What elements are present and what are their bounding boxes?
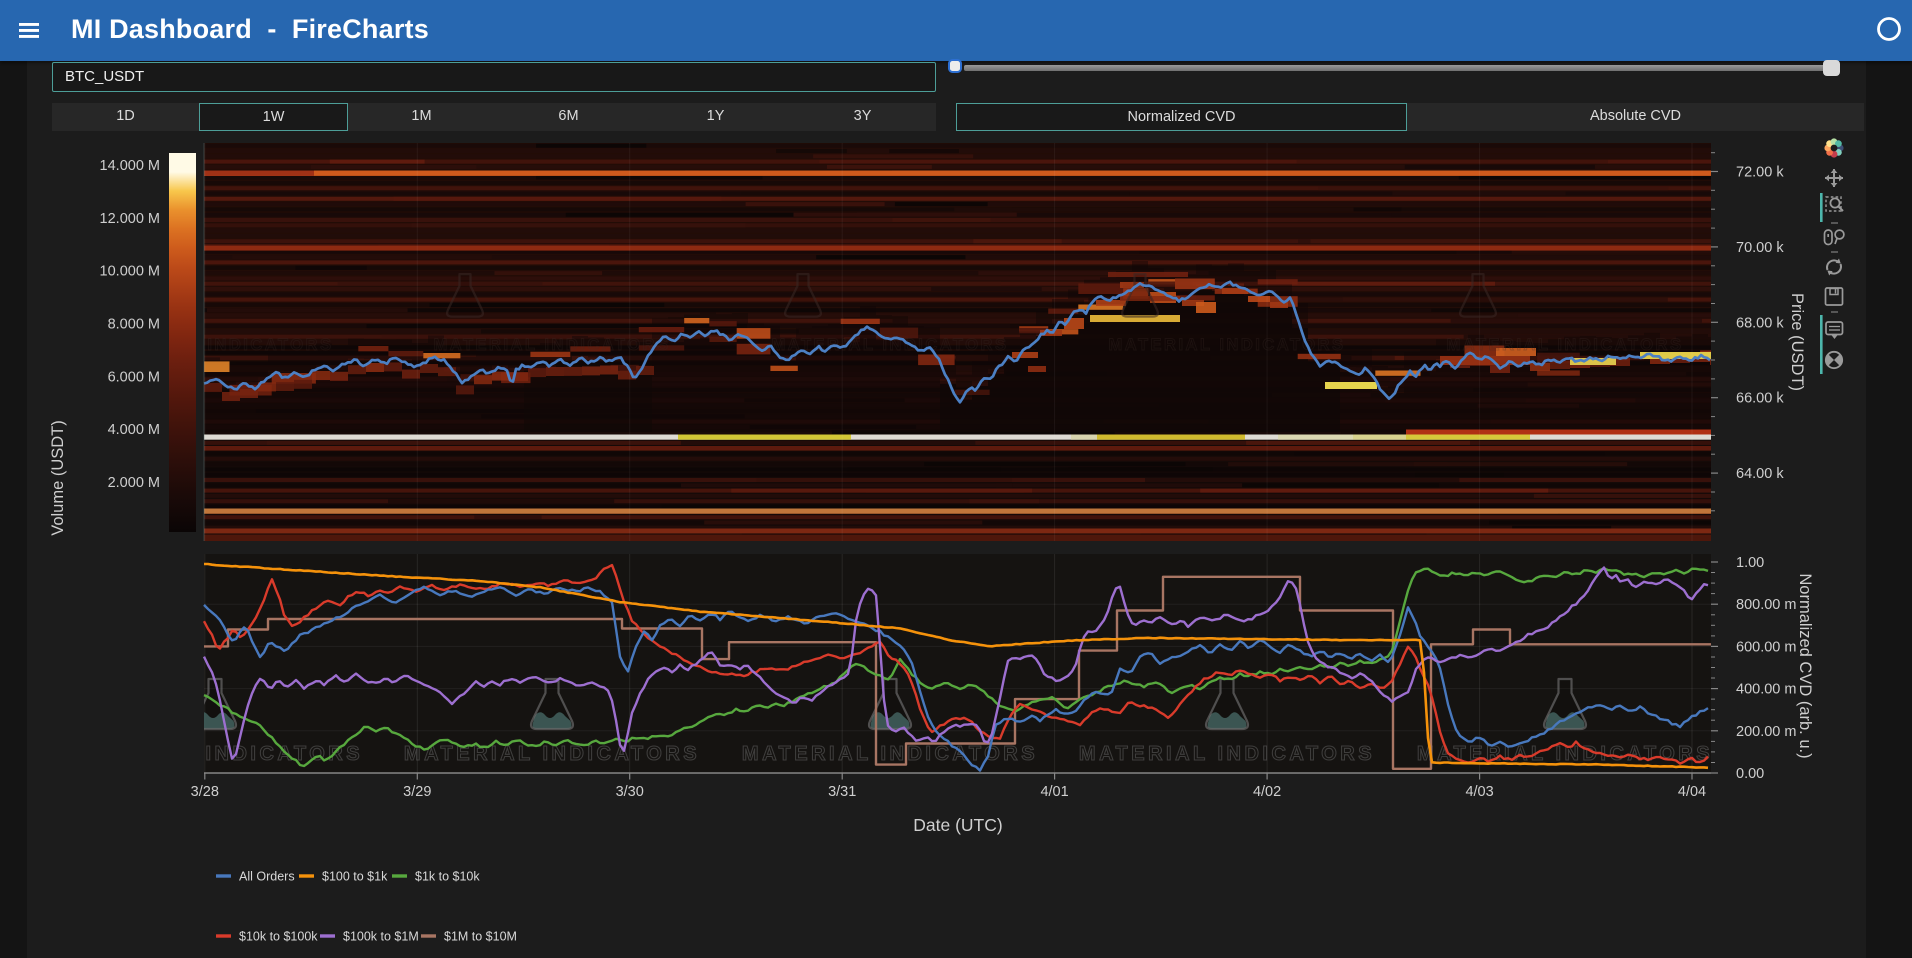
svg-text:1.00: 1.00 [1736, 555, 1764, 571]
svg-text:3/31: 3/31 [828, 784, 856, 800]
svg-text:2.000 M: 2.000 M [108, 475, 160, 491]
svg-text:4/02: 4/02 [1253, 784, 1281, 800]
svg-text:3/30: 3/30 [616, 784, 644, 800]
svg-text:3/29: 3/29 [403, 784, 431, 800]
svg-text:$100 to $1k: $100 to $1k [322, 870, 388, 884]
svg-text:4/03: 4/03 [1465, 784, 1493, 800]
svg-text:0.00: 0.00 [1736, 766, 1764, 782]
svg-text:64.00 k: 64.00 k [1736, 466, 1784, 482]
svg-text:68.00 k: 68.00 k [1736, 315, 1784, 331]
svg-text:72.00 k: 72.00 k [1736, 165, 1784, 181]
svg-text:4.000 M: 4.000 M [108, 422, 160, 438]
svg-text:MATERIAL INDICATORS: MATERIAL INDICATORS [97, 336, 334, 354]
svg-text:Normalized CVD (arb. u.): Normalized CVD (arb. u.) [1796, 573, 1814, 758]
svg-text:$100k to $1M: $100k to $1M [343, 930, 419, 944]
svg-text:Price (USDT): Price (USDT) [1788, 293, 1806, 391]
svg-text:MATERIAL INDICATORS: MATERIAL INDICATORS [742, 743, 1038, 765]
svg-text:70.00 k: 70.00 k [1736, 240, 1784, 256]
svg-text:14.000 M: 14.000 M [100, 158, 160, 174]
svg-text:10.000 M: 10.000 M [100, 264, 160, 280]
svg-text:12.000 M: 12.000 M [100, 211, 160, 227]
svg-text:MATERIAL INDICATORS: MATERIAL INDICATORS [434, 336, 671, 354]
svg-text:400.00 m: 400.00 m [1736, 682, 1796, 698]
svg-text:MATERIAL INDICATORS: MATERIAL INDICATORS [67, 743, 363, 765]
svg-text:66.00 k: 66.00 k [1736, 391, 1784, 407]
svg-text:4/01: 4/01 [1040, 784, 1068, 800]
svg-text:8.000 M: 8.000 M [108, 317, 160, 333]
svg-text:$1M to $10M: $1M to $10M [444, 930, 517, 944]
svg-text:200.00 m: 200.00 m [1736, 724, 1796, 740]
svg-text:4/04: 4/04 [1678, 784, 1706, 800]
svg-text:All Orders: All Orders [239, 870, 295, 884]
svg-text:Date (UTC): Date (UTC) [913, 815, 1002, 835]
svg-text:6.000 M: 6.000 M [108, 369, 160, 385]
svg-text:600.00 m: 600.00 m [1736, 639, 1796, 655]
svg-text:MATERIAL INDICATORS: MATERIAL INDICATORS [1447, 336, 1684, 354]
svg-text:800.00 m: 800.00 m [1736, 597, 1796, 613]
svg-text:Volume (USDT): Volume (USDT) [49, 420, 67, 536]
svg-text:3/28: 3/28 [191, 784, 219, 800]
svg-text:$1k to $10k: $1k to $10k [415, 870, 480, 884]
svg-text:$10k to $100k: $10k to $100k [239, 930, 318, 944]
svg-text:MATERIAL INDICATORS: MATERIAL INDICATORS [404, 743, 700, 765]
svg-text:MATERIAL INDICATORS: MATERIAL INDICATORS [1079, 743, 1375, 765]
